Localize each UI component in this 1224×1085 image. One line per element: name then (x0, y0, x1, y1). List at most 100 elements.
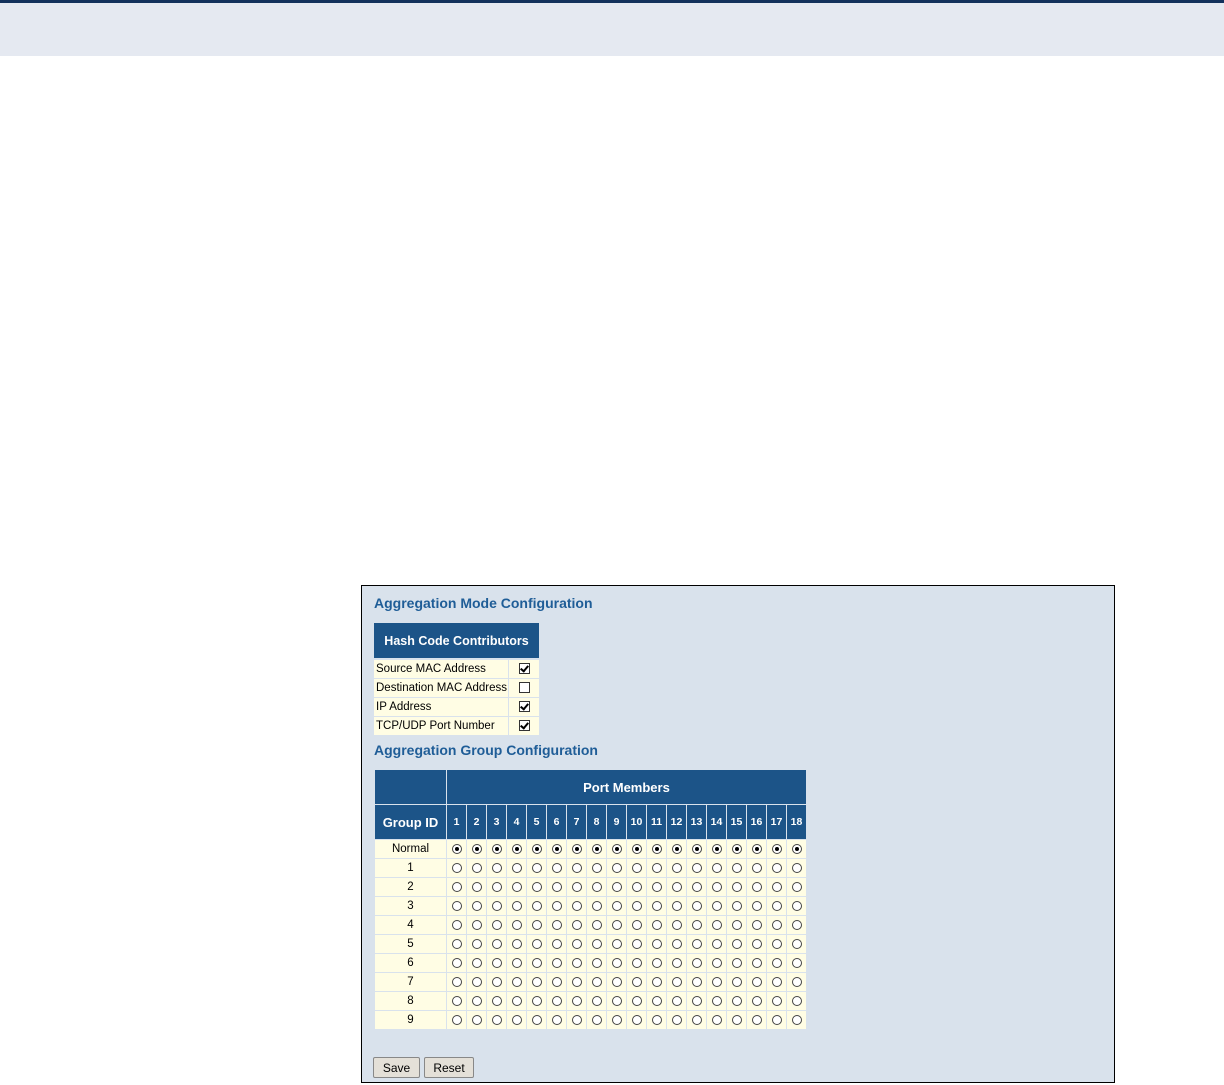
port-member-radio[interactable] (591, 1014, 602, 1025)
port-member-radio[interactable] (471, 1014, 482, 1025)
port-member-radio[interactable] (731, 843, 742, 854)
port-member-radio[interactable] (631, 1014, 642, 1025)
port-member-radio[interactable] (491, 843, 502, 854)
port-member-radio[interactable] (731, 957, 742, 968)
port-member-radio[interactable] (671, 862, 682, 873)
port-member-radio[interactable] (591, 976, 602, 987)
port-member-radio[interactable] (611, 1014, 622, 1025)
port-member-radio[interactable] (491, 995, 502, 1006)
port-member-radio[interactable] (691, 995, 702, 1006)
port-member-radio[interactable] (651, 843, 662, 854)
port-member-radio[interactable] (611, 957, 622, 968)
port-member-radio[interactable] (471, 919, 482, 930)
port-member-radio[interactable] (551, 900, 562, 911)
port-member-radio[interactable] (631, 957, 642, 968)
port-member-radio[interactable] (531, 919, 542, 930)
port-member-radio[interactable] (471, 957, 482, 968)
port-member-radio[interactable] (471, 995, 482, 1006)
port-member-radio[interactable] (451, 976, 462, 987)
port-member-radio[interactable] (531, 1014, 542, 1025)
port-member-radio[interactable] (751, 995, 762, 1006)
port-member-radio[interactable] (511, 938, 522, 949)
port-member-radio[interactable] (551, 919, 562, 930)
port-member-radio[interactable] (791, 995, 802, 1006)
port-member-radio[interactable] (591, 843, 602, 854)
port-member-radio[interactable] (751, 919, 762, 930)
port-member-radio[interactable] (791, 938, 802, 949)
port-member-radio[interactable] (631, 862, 642, 873)
port-member-radio[interactable] (751, 976, 762, 987)
port-member-radio[interactable] (471, 938, 482, 949)
port-member-radio[interactable] (631, 938, 642, 949)
port-member-radio[interactable] (531, 862, 542, 873)
port-member-radio[interactable] (751, 881, 762, 892)
port-member-radio[interactable] (771, 938, 782, 949)
port-member-radio[interactable] (451, 938, 462, 949)
port-member-radio[interactable] (571, 843, 582, 854)
port-member-radio[interactable] (751, 938, 762, 949)
port-member-radio[interactable] (491, 900, 502, 911)
port-member-radio[interactable] (671, 843, 682, 854)
port-member-radio[interactable] (511, 976, 522, 987)
port-member-radio[interactable] (671, 976, 682, 987)
port-member-radio[interactable] (491, 957, 502, 968)
port-member-radio[interactable] (551, 995, 562, 1006)
port-member-radio[interactable] (471, 862, 482, 873)
port-member-radio[interactable] (731, 881, 742, 892)
port-member-radio[interactable] (591, 919, 602, 930)
port-member-radio[interactable] (451, 900, 462, 911)
port-member-radio[interactable] (571, 881, 582, 892)
port-member-radio[interactable] (731, 938, 742, 949)
hash-contributor-checkbox[interactable] (518, 663, 530, 675)
save-button[interactable]: Save (373, 1057, 420, 1078)
port-member-radio[interactable] (451, 957, 462, 968)
port-member-radio[interactable] (751, 862, 762, 873)
port-member-radio[interactable] (631, 900, 642, 911)
port-member-radio[interactable] (531, 881, 542, 892)
port-member-radio[interactable] (471, 900, 482, 911)
port-member-radio[interactable] (551, 1014, 562, 1025)
port-member-radio[interactable] (651, 881, 662, 892)
port-member-radio[interactable] (651, 862, 662, 873)
port-member-radio[interactable] (711, 919, 722, 930)
port-member-radio[interactable] (751, 900, 762, 911)
port-member-radio[interactable] (651, 938, 662, 949)
port-member-radio[interactable] (471, 976, 482, 987)
port-member-radio[interactable] (591, 995, 602, 1006)
port-member-radio[interactable] (571, 919, 582, 930)
port-member-radio[interactable] (591, 900, 602, 911)
port-member-radio[interactable] (731, 995, 742, 1006)
port-member-radio[interactable] (711, 900, 722, 911)
port-member-radio[interactable] (531, 900, 542, 911)
port-member-radio[interactable] (771, 900, 782, 911)
port-member-radio[interactable] (531, 843, 542, 854)
port-member-radio[interactable] (771, 957, 782, 968)
port-member-radio[interactable] (691, 881, 702, 892)
hash-contributor-checkbox[interactable] (518, 720, 530, 732)
port-member-radio[interactable] (451, 995, 462, 1006)
port-member-radio[interactable] (571, 900, 582, 911)
port-member-radio[interactable] (791, 881, 802, 892)
port-member-radio[interactable] (531, 995, 542, 1006)
port-member-radio[interactable] (691, 1014, 702, 1025)
port-member-radio[interactable] (551, 843, 562, 854)
hash-contributor-checkbox[interactable] (518, 682, 530, 694)
port-member-radio[interactable] (771, 843, 782, 854)
port-member-radio[interactable] (791, 1014, 802, 1025)
port-member-radio[interactable] (491, 919, 502, 930)
port-member-radio[interactable] (671, 900, 682, 911)
port-member-radio[interactable] (631, 843, 642, 854)
port-member-radio[interactable] (771, 881, 782, 892)
port-member-radio[interactable] (511, 900, 522, 911)
port-member-radio[interactable] (551, 862, 562, 873)
port-member-radio[interactable] (551, 938, 562, 949)
port-member-radio[interactable] (671, 919, 682, 930)
port-member-radio[interactable] (791, 957, 802, 968)
port-member-radio[interactable] (711, 995, 722, 1006)
port-member-radio[interactable] (771, 995, 782, 1006)
port-member-radio[interactable] (491, 976, 502, 987)
port-member-radio[interactable] (731, 976, 742, 987)
port-member-radio[interactable] (511, 862, 522, 873)
port-member-radio[interactable] (531, 938, 542, 949)
port-member-radio[interactable] (491, 862, 502, 873)
